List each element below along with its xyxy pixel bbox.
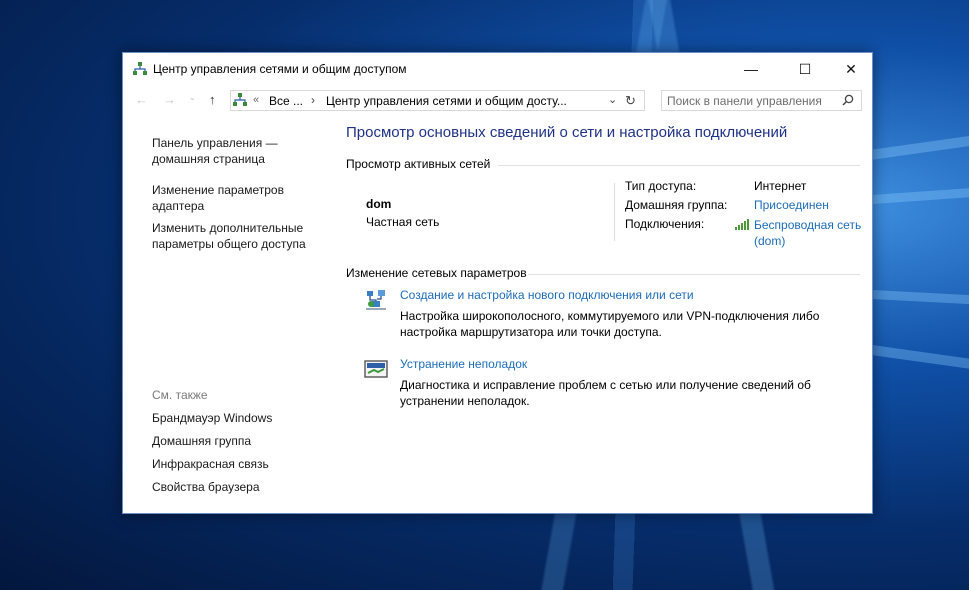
minimize-icon: —: [744, 61, 758, 77]
light-beam: [869, 133, 969, 160]
up-arrow-icon[interactable]: ↑: [209, 92, 216, 107]
address-bar[interactable]: « Все ... › Центр управления сетями и об…: [230, 90, 645, 111]
maximize-button[interactable]: ☐: [782, 53, 828, 85]
connections-label: Подключения:: [625, 217, 705, 231]
left-navigation-pane: Панель управления — домашняя страница Из…: [123, 115, 333, 513]
recent-locations-chevron-icon[interactable]: ⌄: [189, 93, 196, 102]
troubleshoot-link[interactable]: Устранение неполадок: [400, 357, 527, 371]
maximize-icon: ☐: [798, 60, 812, 77]
sidebar-link-windows-firewall[interactable]: Брандмауэр Windows: [152, 410, 272, 426]
sidebar-link-browser-properties[interactable]: Свойства браузера: [152, 479, 260, 495]
access-type-label: Тип доступа:: [625, 179, 697, 193]
close-icon: ✕: [845, 60, 857, 77]
network-profile-type: Частная сеть: [366, 215, 440, 229]
setup-new-connection-link[interactable]: Создание и настройка нового подключения …: [400, 288, 694, 302]
network-name: dom: [366, 197, 392, 211]
troubleshoot-icon: [364, 360, 388, 378]
sidebar-item-control-panel-home[interactable]: Панель управления — домашняя страница: [152, 135, 278, 167]
minimize-button[interactable]: —: [728, 53, 774, 85]
sidebar-item-change-adapter-settings[interactable]: Изменение параметров адаптера: [152, 182, 284, 214]
new-connection-icon: [366, 290, 386, 310]
sidebar-link-homegroup[interactable]: Домашняя группа: [152, 433, 251, 449]
sidebar-link-infrared[interactable]: Инфракрасная связь: [152, 456, 269, 472]
troubleshoot-description: Диагностика и исправление проблем с сеть…: [400, 378, 811, 408]
setup-new-connection-description: Настройка широкополосного, коммутируемог…: [400, 309, 820, 339]
title-bar[interactable]: Центр управления сетями и общим доступом…: [123, 53, 872, 85]
network-center-icon: [233, 93, 247, 106]
see-also-label: См. также: [152, 388, 208, 402]
back-arrow-icon[interactable]: ←: [135, 92, 148, 107]
active-networks-group-title: Просмотр активных сетей: [346, 157, 491, 171]
search-input[interactable]: [667, 93, 832, 108]
address-toolbar: ← → ⌄ ↑ « Все ... › Центр управления сет…: [123, 87, 872, 115]
breadcrumb-current[interactable]: Центр управления сетями и общим досту...: [326, 94, 567, 108]
control-panel-window: Центр управления сетями и общим доступом…: [122, 52, 873, 514]
forward-arrow-icon[interactable]: →: [163, 92, 176, 107]
light-beam: [871, 345, 969, 371]
group-divider: [528, 274, 860, 275]
page-title: Просмотр основных сведений о сети и наст…: [346, 124, 788, 141]
homegroup-label: Домашняя группа:: [625, 198, 728, 212]
refresh-icon[interactable]: ↻: [625, 93, 636, 109]
close-button[interactable]: ✕: [828, 53, 874, 85]
window-title: Центр управления сетями и общим доступом: [153, 62, 407, 76]
breadcrumb-separator-icon[interactable]: ›: [311, 93, 315, 107]
address-dropdown-icon[interactable]: ⌄: [608, 93, 617, 106]
vertical-divider: [614, 183, 615, 241]
change-settings-group-title: Изменение сетевых параметров: [346, 266, 527, 280]
network-center-icon: [133, 62, 147, 75]
breadcrumb-overflow-icon[interactable]: «: [253, 94, 259, 106]
search-box[interactable]: [661, 90, 862, 111]
group-divider: [498, 165, 860, 166]
access-type-value: Интернет: [754, 179, 807, 193]
light-beam: [871, 290, 969, 305]
breadcrumb-all-items[interactable]: Все ...: [269, 94, 303, 108]
homegroup-value-link[interactable]: Присоединен: [754, 198, 829, 212]
light-beam: [871, 187, 969, 204]
wifi-signal-icon: [735, 219, 749, 230]
wireless-connection-link[interactable]: Беспроводная сеть (dom): [754, 217, 861, 249]
sidebar-item-advanced-sharing-settings[interactable]: Изменить дополнительные параметры общего…: [152, 220, 306, 252]
search-icon[interactable]: [842, 94, 854, 106]
